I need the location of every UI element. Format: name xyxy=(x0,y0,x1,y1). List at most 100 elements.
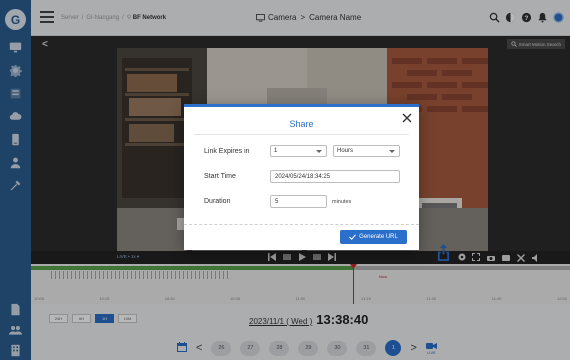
current-date[interactable]: 2023/11/1 ( Wed ) xyxy=(249,317,312,326)
settings-icon[interactable] xyxy=(458,253,467,262)
fullscreen-icon[interactable] xyxy=(472,253,481,262)
day-pill[interactable]: 28 xyxy=(269,340,290,356)
live-badge: LIVE xyxy=(427,349,436,355)
timeline-tick-label: 11:15 xyxy=(361,296,371,301)
monitor-small-icon xyxy=(256,13,265,22)
generate-url-label: Generate URL xyxy=(359,234,398,240)
event-markers xyxy=(51,271,231,279)
zoom-1h-button[interactable]: 1H xyxy=(95,314,114,323)
start-time-label: Start Time xyxy=(204,173,236,180)
record-icon[interactable] xyxy=(501,253,510,262)
day-pill[interactable]: 26 xyxy=(211,340,232,356)
snapshot-icon[interactable] xyxy=(486,253,495,262)
camera-name: Camera Name xyxy=(309,13,362,22)
day-pill[interactable]: 27 xyxy=(240,340,261,356)
speed-label: 1x xyxy=(130,254,136,259)
zoom-10m-button[interactable]: 10M xyxy=(118,314,137,323)
share-icon[interactable] xyxy=(435,242,452,262)
share-dialog: Share Link Expires in 1 Hours Start Time… xyxy=(184,104,419,250)
timeline-tick-label: 11:45 xyxy=(491,296,502,301)
duration-label: Duration xyxy=(204,198,231,205)
top-bar: Server / GI-Nangang / ⚲ BF Network Camera > … xyxy=(31,0,570,36)
chevron-down-icon xyxy=(316,150,322,153)
prev-day-chevron-icon[interactable]: < xyxy=(196,342,202,354)
playback-control-bar: LIVE • 1x ▾ xyxy=(31,251,570,264)
svg-text:?: ? xyxy=(525,15,529,22)
users-icon[interactable] xyxy=(8,323,23,338)
day-pill[interactable]: 1 xyxy=(385,340,402,356)
live-speed-indicator[interactable]: LIVE • 1x ▾ xyxy=(117,254,139,260)
play-icon[interactable] xyxy=(297,253,306,261)
zoom-24h-button[interactable]: 24H xyxy=(49,314,68,323)
search-icon[interactable] xyxy=(489,12,500,23)
link-expires-value: 1 xyxy=(274,148,278,154)
breadcrumb-item[interactable]: GI-Nangang xyxy=(86,15,119,21)
back-chevron-icon[interactable]: < xyxy=(42,39,48,50)
bell-icon[interactable] xyxy=(537,12,548,23)
gear-icon[interactable] xyxy=(8,63,23,78)
timeline-ticks: 10:00 10:15 10:30 10:45 11:00 11:15 11:30 11:45… xyxy=(31,288,570,302)
day-pill[interactable]: 31 xyxy=(356,340,377,356)
device-icon[interactable] xyxy=(8,86,23,101)
duration-field[interactable]: 5 xyxy=(270,195,327,208)
day-pill[interactable]: 29 xyxy=(298,340,319,356)
camera-title: Camera > Camera Name xyxy=(256,13,361,22)
check-icon xyxy=(349,234,357,240)
cloud-icon[interactable] xyxy=(8,109,23,124)
logo-letter: G xyxy=(10,12,21,27)
recording-track xyxy=(31,266,353,270)
close-stream-icon[interactable] xyxy=(516,253,525,262)
contrast-icon[interactable] xyxy=(505,12,516,23)
help-icon[interactable]: ? xyxy=(521,12,532,23)
timeline-tick-label: 11:30 xyxy=(426,296,437,301)
breadcrumb-current: BF Network xyxy=(132,15,167,21)
step-forward-icon[interactable] xyxy=(312,253,321,261)
current-datetime: 2023/11/1 ( Wed ) 13:38:40 xyxy=(249,312,368,327)
current-time: 13:38:40 xyxy=(316,312,369,327)
start-time-value: 2024/05/24/18:34:25 xyxy=(275,173,331,180)
breadcrumb-item[interactable]: Server xyxy=(61,15,79,21)
day-pill[interactable]: 30 xyxy=(327,340,348,356)
menu-icon[interactable] xyxy=(40,11,54,24)
phone-icon[interactable] xyxy=(8,132,23,147)
calendar-icon[interactable] xyxy=(177,342,187,354)
step-back-icon[interactable] xyxy=(282,253,291,261)
link-expires-select[interactable]: 1 xyxy=(270,145,327,157)
camera-prefix[interactable]: Camera xyxy=(268,13,296,22)
go-live-button[interactable]: LIVE xyxy=(425,342,437,355)
skip-start-icon[interactable] xyxy=(267,253,276,261)
link-expires-unit-select[interactable]: Hours xyxy=(333,145,400,157)
timeline-tick-label: 10:45 xyxy=(230,296,241,301)
link-expires-label: Link Expires in xyxy=(204,148,250,155)
next-day-chevron-icon[interactable]: > xyxy=(410,342,416,354)
zoom-selector: 24H 6H 1H 10M xyxy=(49,314,137,323)
timeline-tick-label: 10:30 xyxy=(164,296,175,301)
duration-value: 5 xyxy=(275,198,279,205)
bottom-panel: 24H 6H 1H 10M 2023/11/1 ( Wed ) 13:38:40 < … xyxy=(31,304,570,360)
zoom-6h-button[interactable]: 6H xyxy=(72,314,91,323)
skip-end-icon[interactable] xyxy=(327,253,336,261)
link-expires-unit: Hours xyxy=(337,148,354,154)
app-logo[interactable]: G xyxy=(5,9,26,30)
dialog-footer-divider xyxy=(184,224,419,225)
date-strip: < 26 27 28 29 30 31 1 > LIVE xyxy=(177,340,437,356)
file-icon[interactable] xyxy=(8,302,23,317)
building-icon[interactable] xyxy=(8,343,23,358)
timeline-tick-label: 11:00 xyxy=(295,296,306,301)
close-icon[interactable] xyxy=(401,112,412,123)
timeline-tick-label: 10:00 xyxy=(33,296,45,301)
smart-search-button[interactable]: Smart Motion Search xyxy=(506,39,565,49)
smart-search-label: Smart Motion Search xyxy=(518,41,561,47)
volume-icon[interactable] xyxy=(531,253,540,262)
dialog-divider xyxy=(194,134,409,135)
monitor-icon[interactable] xyxy=(8,40,23,55)
generate-url-button[interactable]: Generate URL xyxy=(340,230,407,244)
search-icon xyxy=(511,41,517,47)
tools-icon[interactable] xyxy=(8,178,23,193)
status-dot-icon[interactable] xyxy=(553,12,564,23)
user-icon[interactable] xyxy=(8,155,23,170)
future-track xyxy=(353,266,570,270)
timeline-tick-label: 12:00 xyxy=(556,296,568,301)
timeline[interactable]: Now 10:00 10:15 10:30 10:45 11:00 11:15 11:30 1… xyxy=(31,264,570,304)
start-time-field[interactable]: 2024/05/24/18:34:25 xyxy=(270,170,400,183)
